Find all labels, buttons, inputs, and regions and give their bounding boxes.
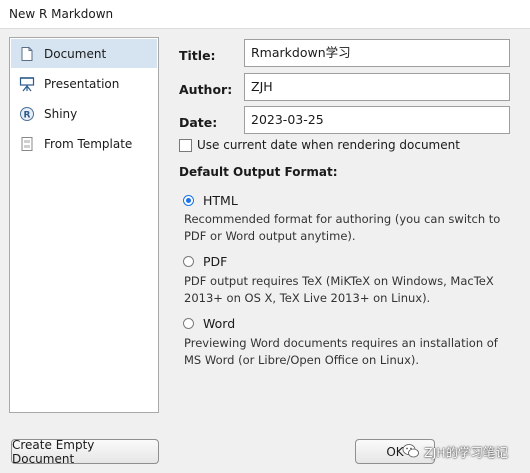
use-current-date-label: Use current date when rendering document xyxy=(197,138,460,152)
sidebar-item-label: Shiny xyxy=(44,106,78,121)
format-sidebar: Document Presentation R Shiny From Templ… xyxy=(9,37,159,413)
sidebar-item-document[interactable]: Document xyxy=(11,39,157,68)
date-label: Date: xyxy=(179,115,218,130)
watermark-text: ZJH的学习笔记 xyxy=(424,444,509,460)
title-bar: New R Markdown xyxy=(0,0,530,29)
document-icon xyxy=(21,46,33,61)
word-description: Previewing Word documents requires an in… xyxy=(184,336,498,367)
use-current-date-checkbox[interactable] xyxy=(179,138,192,152)
shiny-r-icon: R xyxy=(20,106,34,121)
template-icon xyxy=(21,136,33,151)
title-label: Title: xyxy=(179,48,216,63)
sidebar-item-label: From Template xyxy=(44,136,133,151)
pdf-radio[interactable] xyxy=(183,256,194,267)
use-current-date-option[interactable]: Use current date when rendering document xyxy=(179,138,460,152)
date-input[interactable]: 2023-03-25 xyxy=(244,106,510,134)
presentation-easel-icon xyxy=(19,76,35,91)
output-option-word[interactable]: Word xyxy=(183,316,235,331)
word-radio[interactable] xyxy=(183,318,194,329)
pdf-radio-label: PDF xyxy=(203,254,228,269)
wechat-icon xyxy=(402,444,419,458)
title-input[interactable]: Rmarkdown学习 xyxy=(244,39,510,67)
sidebar-item-label: Presentation xyxy=(44,76,120,91)
html-radio[interactable] xyxy=(183,195,194,206)
word-radio-label: Word xyxy=(203,316,236,331)
output-format-heading: Default Output Format: xyxy=(179,165,338,179)
sidebar-item-shiny[interactable]: R Shiny xyxy=(11,99,157,128)
sidebar-item-from-template[interactable]: From Template xyxy=(11,129,157,158)
svg-text:R: R xyxy=(24,110,31,120)
window-title: New R Markdown xyxy=(9,7,114,21)
output-option-html[interactable]: HTML xyxy=(183,193,238,208)
output-option-pdf[interactable]: PDF xyxy=(183,254,227,269)
html-radio-label: HTML xyxy=(203,193,238,208)
sidebar-item-presentation[interactable]: Presentation xyxy=(11,69,157,98)
author-label: Author: xyxy=(179,82,233,97)
create-empty-document-button[interactable]: Create Empty Document xyxy=(11,438,159,466)
sidebar-item-label: Document xyxy=(44,46,107,61)
html-description: Recommended format for authoring (you ca… xyxy=(184,212,501,243)
pdf-description: PDF output requires TeX (MiKTeX on Windo… xyxy=(184,274,494,305)
watermark: ZJH的学习笔记 xyxy=(402,440,508,462)
author-input[interactable]: ZJH xyxy=(244,73,510,101)
